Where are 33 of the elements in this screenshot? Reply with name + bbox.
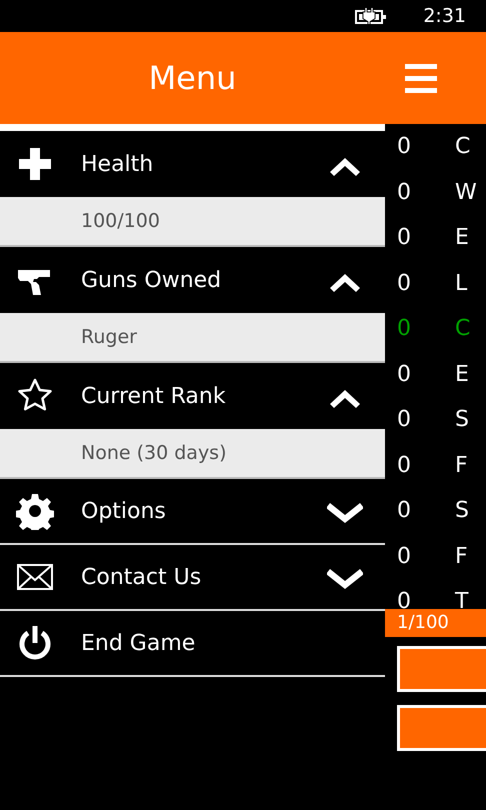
stat-value: 0 [396,178,412,206]
stat-value: 0 [396,497,412,525]
stat-label: T [455,589,468,609]
stat-label: S [455,407,469,432]
stat-value: 0 [396,133,412,161]
stat-value: 0 [396,270,412,298]
stat-label: E [455,362,469,386]
stat-value: 0 [396,452,412,480]
gear-icon [16,492,54,530]
stat-label: L [455,270,468,296]
stat-value: 0 [396,588,412,609]
stat-label: W [455,180,477,204]
stat-value: 0 [396,406,412,434]
section-detail: Ruger [0,313,385,363]
stat-value: 0 [396,360,412,388]
section-detail: None (30 days) [0,429,385,479]
stat-value: 0 [396,315,412,343]
menu-button[interactable] [405,62,437,94]
battery-charging-icon [355,8,388,24]
section-detail: 100/100 [0,197,385,247]
stat-value: 0 [396,224,412,252]
clock-time: 2:31 [423,4,466,29]
action-button[interactable] [397,646,486,692]
action-button[interactable] [397,705,486,751]
stat-label: F [455,452,468,478]
stat-value: 0 [396,542,412,570]
stat-label: C [455,134,470,159]
plus-icon [16,145,54,183]
stat-label: E [455,225,469,250]
header-title: Menu [148,58,238,99]
stat-label: S [455,498,469,523]
stat-label: C [455,316,470,341]
stat-label: F [455,544,468,568]
